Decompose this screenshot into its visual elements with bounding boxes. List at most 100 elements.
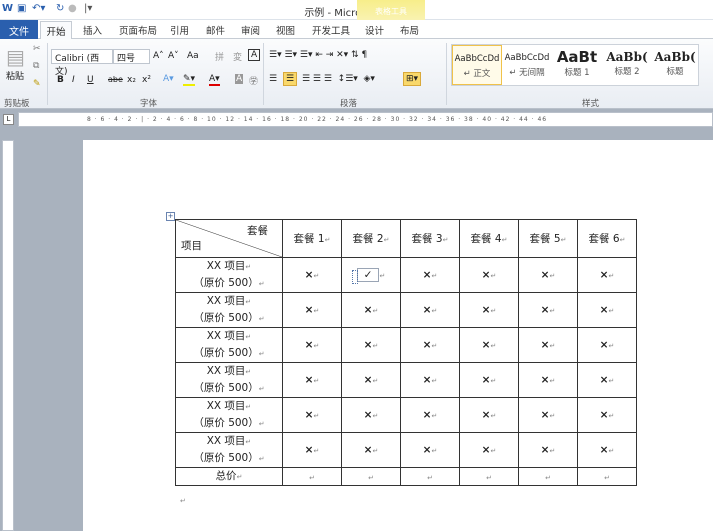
paste-icon[interactable]: ▤ [6, 45, 25, 69]
tab-developer[interactable]: 开发工具 [312, 23, 350, 37]
cross-cell[interactable]: ×↵ [400, 397, 460, 433]
cross-cell[interactable]: ×↵ [282, 292, 342, 328]
cross-cell[interactable]: ×↵ [341, 327, 401, 363]
change-case-button[interactable]: Aa [187, 51, 199, 61]
tab-insert[interactable]: 插入 [83, 23, 102, 37]
cross-cell[interactable]: ×↵ [341, 432, 401, 468]
item-cell[interactable]: XX 项目↵ （原价 500）↵ [175, 292, 283, 328]
cross-cell[interactable]: ×↵ [400, 292, 460, 328]
diagonal-header-cell[interactable]: 套餐 项目 [175, 219, 283, 258]
clear-format-icon[interactable]: 変 [233, 50, 242, 63]
style-heading-2[interactable]: AaBb(标题 2 [602, 45, 652, 85]
item-cell[interactable]: XX 项目↵ （原价 500）↵ [175, 432, 283, 468]
tab-review[interactable]: 审阅 [241, 23, 260, 37]
enclose-char-icon[interactable]: ㊫ [249, 74, 258, 87]
cross-cell[interactable]: ×↵ [577, 327, 637, 363]
superscript-button[interactable]: x² [142, 75, 151, 85]
total-cell[interactable]: ↵ [341, 467, 401, 486]
tab-mailings[interactable]: 邮件 [206, 23, 225, 37]
align-left-icon[interactable]: ☰ [269, 74, 277, 84]
cross-cell[interactable]: ×↵ [518, 362, 578, 398]
strikethrough-button[interactable]: abe [108, 75, 123, 84]
tab-design[interactable]: 设计 [365, 23, 384, 37]
text-effects-icon[interactable]: A▾ [163, 74, 174, 84]
total-label-cell[interactable]: 总价↵ [175, 467, 283, 486]
horizontal-ruler[interactable]: 8 · 6 · 4 · 2 · | · 2 · 4 · 6 · 8 · 10 ·… [18, 112, 713, 127]
cross-cell[interactable]: ×↵ [518, 292, 578, 328]
cross-cell[interactable]: ×↵ [282, 327, 342, 363]
font-size-combo[interactable]: 四号 [113, 49, 150, 64]
header-cell[interactable]: 套餐 3↵ [400, 219, 460, 258]
cross-cell[interactable]: ×↵ [459, 362, 519, 398]
checked-cell[interactable]: ✓ ↵ [341, 257, 401, 293]
font-color-icon[interactable]: A▾ [209, 74, 220, 86]
tab-home[interactable]: 开始 [40, 21, 72, 40]
item-cell[interactable]: XX 项目↵ （原价 500）↵ [175, 257, 283, 293]
cross-cell[interactable]: ×↵ [577, 432, 637, 468]
cross-cell[interactable]: ×↵ [518, 432, 578, 468]
cross-cell[interactable]: ×↵ [400, 327, 460, 363]
cross-cell[interactable]: ×↵ [459, 292, 519, 328]
cross-cell[interactable]: ×↵ [459, 257, 519, 293]
cross-cell[interactable]: ×↵ [400, 432, 460, 468]
vertical-ruler[interactable] [2, 140, 14, 531]
style-title[interactable]: AaBb(标题 [650, 45, 700, 85]
table-move-handle[interactable]: + [166, 212, 175, 221]
total-cell[interactable]: ↵ [577, 467, 637, 486]
header-cell[interactable]: 套餐 6↵ [577, 219, 637, 258]
style-normal[interactable]: AaBbCcDd ↵ 正文 [452, 45, 502, 85]
bold-button[interactable]: B [57, 75, 64, 85]
format-painter-icon[interactable]: ✎ [33, 79, 41, 89]
align-center-icon[interactable]: ☰ [283, 72, 298, 86]
tab-file[interactable]: 文件 [0, 20, 38, 39]
paste-button[interactable]: 粘贴 [6, 69, 24, 82]
cross-cell[interactable]: ×↵ [459, 327, 519, 363]
header-cell[interactable]: 套餐 1↵ [282, 219, 342, 258]
total-cell[interactable]: ↵ [282, 467, 342, 486]
header-cell[interactable]: 套餐 4↵ [459, 219, 519, 258]
cross-cell[interactable]: ×↵ [518, 327, 578, 363]
cross-cell[interactable]: ×↵ [459, 397, 519, 433]
tab-layout[interactable]: 布局 [400, 23, 419, 37]
cross-cell[interactable]: ×↵ [518, 397, 578, 433]
total-cell[interactable]: ↵ [518, 467, 578, 486]
italic-button[interactable]: I [72, 75, 75, 85]
cross-cell[interactable]: ×↵ [577, 362, 637, 398]
tab-view[interactable]: 视图 [276, 23, 295, 37]
cross-cell[interactable]: ×↵ [341, 397, 401, 433]
bullets-icon[interactable]: ☰▾ ☰▾ ☰▾ ⇤ ⇥ ✕▾ ⇅ ¶ [269, 50, 367, 60]
cross-cell[interactable]: ×↵ [282, 362, 342, 398]
item-cell[interactable]: XX 项目↵ （原价 500）↵ [175, 327, 283, 363]
shrink-font-button[interactable]: A˅ [168, 51, 179, 61]
align-right-icon[interactable]: ☰ ☰ ☰ ↕☰▾ ◈▾ [302, 74, 375, 84]
cross-cell[interactable]: ×↵ [400, 257, 460, 293]
underline-button[interactable]: U [87, 75, 94, 85]
tab-references[interactable]: 引用 [170, 23, 189, 37]
cross-cell[interactable]: ×↵ [518, 257, 578, 293]
tab-page-layout[interactable]: 页面布局 [119, 23, 157, 37]
cross-cell[interactable]: ×↵ [282, 257, 342, 293]
cross-cell[interactable]: ×↵ [577, 397, 637, 433]
header-cell[interactable]: 套餐 5↵ [518, 219, 578, 258]
char-border-icon[interactable]: A [248, 49, 261, 61]
subscript-button[interactable]: x₂ [127, 75, 136, 85]
cross-cell[interactable]: ×↵ [282, 432, 342, 468]
copy-icon[interactable]: ⧉ [33, 61, 39, 71]
cross-cell[interactable]: ×↵ [341, 362, 401, 398]
highlight-icon[interactable]: ✎▾ [183, 74, 196, 86]
cross-cell[interactable]: ×↵ [400, 362, 460, 398]
header-cell[interactable]: 套餐 2↵ [341, 219, 401, 258]
char-shading-icon[interactable]: A [235, 74, 244, 84]
item-cell[interactable]: XX 项目↵ （原价 500）↵ [175, 362, 283, 398]
cross-cell[interactable]: ×↵ [282, 397, 342, 433]
cross-cell[interactable]: ×↵ [341, 292, 401, 328]
grow-font-button[interactable]: A˄ [153, 51, 164, 61]
cut-icon[interactable]: ✂ [33, 44, 41, 54]
tab-selector[interactable]: L [3, 114, 14, 125]
font-name-combo[interactable]: Calibri (西文) [51, 49, 113, 77]
style-no-spacing[interactable]: AaBbCcDd ↵ 无间隔 [502, 45, 552, 85]
cross-cell[interactable]: ×↵ [577, 292, 637, 328]
phonetic-icon[interactable]: 拼 [215, 50, 224, 63]
cross-cell[interactable]: ×↵ [459, 432, 519, 468]
item-cell[interactable]: XX 项目↵ （原价 500）↵ [175, 397, 283, 433]
